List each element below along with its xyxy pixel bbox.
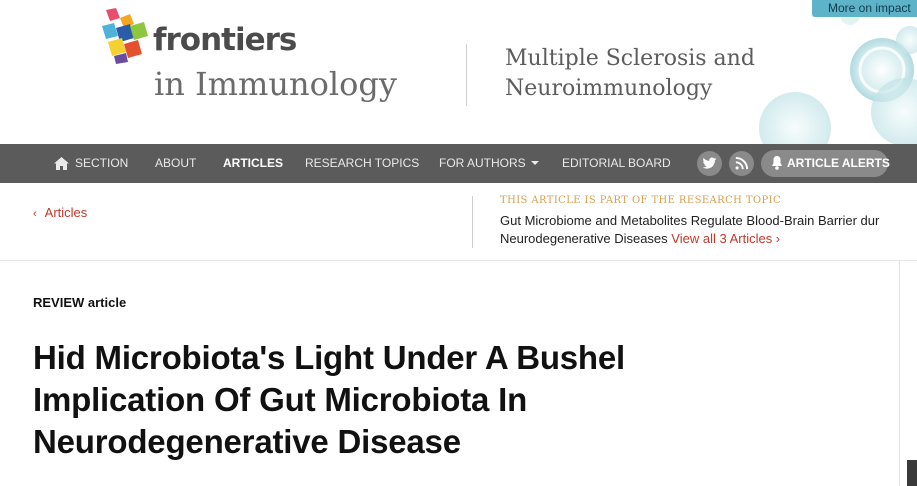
article-title-line2: Implication Of Gut Microbiota In (33, 381, 528, 418)
subbar-divider (472, 196, 473, 248)
nav-label-section: SECTION (75, 156, 129, 170)
article-type-label: REVIEW article (33, 295, 127, 310)
site-header: More on impact frontiers in Immunology M… (0, 0, 917, 144)
nav-item-about[interactable]: ABOUT (155, 144, 196, 183)
chevron-down-icon (530, 161, 539, 165)
research-topic-kicker: THIS ARTICLE IS PART OF THE RESEARCH TOP… (500, 195, 782, 206)
bell-icon (772, 156, 782, 170)
sidebar-divider (899, 261, 900, 486)
header-divider (466, 44, 467, 106)
nav-item-articles[interactable]: ARTICLES (223, 144, 283, 183)
article-alerts-label: ARTICLE ALERTS (787, 156, 890, 170)
view-all-articles-link[interactable]: View all 3 Articles › (671, 231, 780, 246)
research-topic-title-line2-text[interactable]: Neurodegenerative Diseases (500, 231, 668, 246)
frontiers-logo-icon[interactable] (100, 8, 150, 64)
research-topic-title-line2: Neurodegenerative Diseases View all 3 Ar… (500, 231, 780, 246)
back-link-label: Articles (44, 205, 88, 220)
rss-button[interactable] (729, 151, 754, 176)
twitter-button[interactable] (697, 151, 722, 176)
section-name-line1: Multiple Sclerosis and (505, 46, 755, 71)
nav-label-for-authors: FOR AUTHORS (439, 156, 526, 170)
nav-item-editorial-board[interactable]: EDITORIAL BOARD (562, 144, 671, 183)
section-name[interactable]: Multiple Sclerosis and Neuroimmunology (505, 44, 755, 104)
main-nav: SECTION ABOUT ARTICLES RESEARCH TOPICS F… (0, 144, 917, 183)
twitter-icon (702, 157, 717, 169)
rss-icon (735, 156, 749, 170)
chevron-left-icon: ‹ (33, 208, 37, 220)
article-title-line1: Hid Microbiota's Light Under A Bushel (33, 339, 626, 376)
article-title-line3: Neurodegenerative Disease (33, 423, 461, 460)
section-name-line2: Neuroimmunology (505, 76, 713, 101)
nav-item-section[interactable]: SECTION (54, 144, 128, 183)
research-topic-title-line1[interactable]: Gut Microbiome and Metabolites Regulate … (500, 213, 879, 228)
nav-item-for-authors[interactable]: FOR AUTHORS (439, 144, 539, 183)
article-alerts-button[interactable]: ARTICLE ALERTS (761, 150, 890, 177)
nav-item-research-topics[interactable]: RESEARCH TOPICS (305, 144, 419, 183)
brand-name[interactable]: frontiers (153, 22, 297, 58)
sidebar-edge (907, 460, 917, 486)
back-to-articles-link[interactable]: ‹ Articles (33, 205, 87, 220)
home-icon (54, 157, 69, 171)
article-title: Hid Microbiota's Light Under A Bushel Im… (33, 337, 753, 463)
more-on-impact-button[interactable]: More on impact (812, 0, 917, 17)
article-subbar: ‹ Articles THIS ARTICLE IS PART OF THE RE… (0, 183, 917, 261)
journal-name[interactable]: in Immunology (154, 65, 397, 103)
